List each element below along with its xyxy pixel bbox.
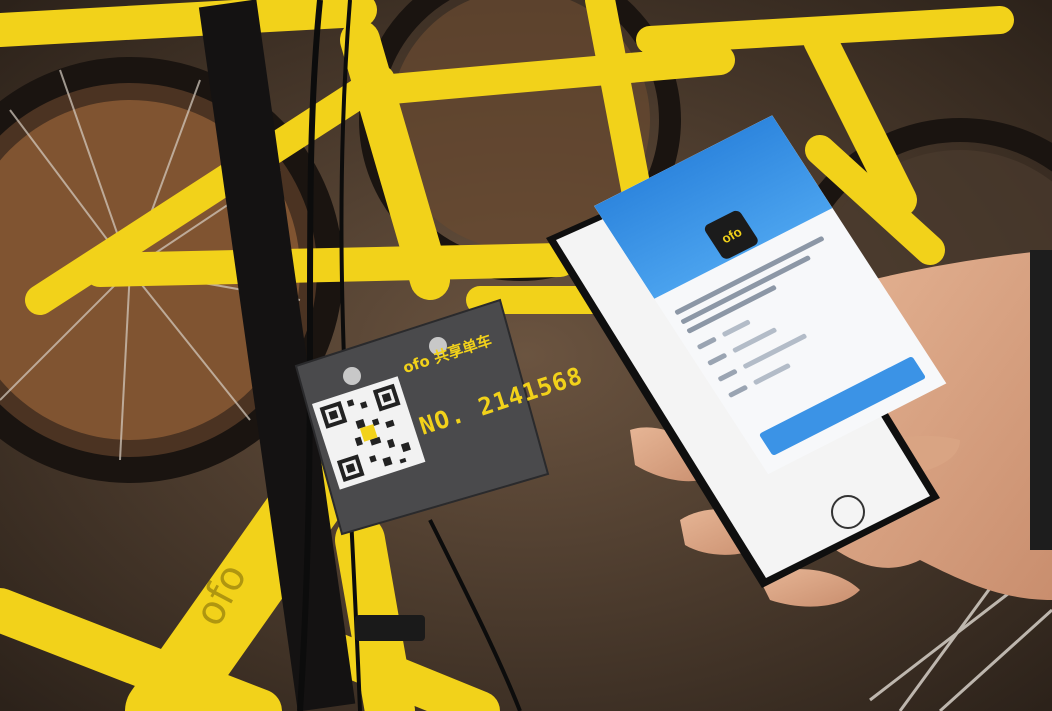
photo-scene: ofo 共享单车 NO. 2141568 ofo ofo <box>0 0 1052 711</box>
info-row <box>717 296 880 382</box>
seat-clamp <box>355 615 425 641</box>
info-row <box>696 264 860 350</box>
